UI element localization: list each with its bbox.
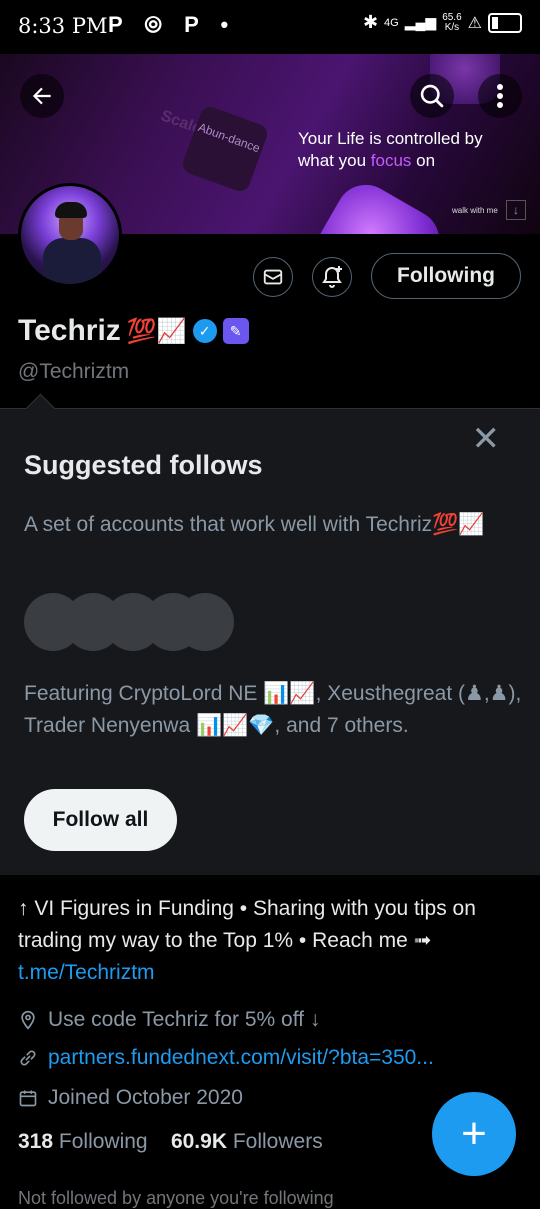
banner-tagline: Your Life is controlled by what you focu… [298, 128, 528, 172]
followers-label: Followers [232, 1130, 323, 1153]
search-icon [420, 84, 444, 108]
joined-text: Joined October 2020 [48, 1086, 243, 1109]
profile-handle: @Techriztm [18, 360, 130, 383]
suggested-title: Suggested follows [24, 450, 263, 480]
avatar-hair [55, 202, 87, 218]
tagline-line2: what you [298, 151, 367, 170]
tagline-focus: focus [370, 151, 412, 170]
banner-shape [299, 173, 451, 234]
link-icon [20, 1050, 36, 1066]
profile-bio: ↑ VI Figures in Funding • Sharing with y… [18, 893, 528, 989]
bio-link[interactable]: t.me/Techriztm [18, 961, 155, 984]
website-row: partners.fundednext.com/visit/?bta=350..… [18, 1046, 434, 1070]
website-link[interactable]: partners.fundednext.com/visit/?bta=350..… [48, 1046, 434, 1070]
promo-row: Use code Techriz for 5% off ↓ [18, 1008, 320, 1032]
suggested-avatar [176, 593, 234, 651]
followed-by-text: Not followed by anyone you're following [18, 1188, 334, 1208]
following-button[interactable]: Following [371, 253, 521, 299]
affiliate-badge-icon: ✎ [222, 318, 249, 344]
tagline-line1: Your Life is controlled by [298, 129, 483, 148]
network-speed: 65.6 K/s [442, 11, 462, 33]
mail-icon [263, 269, 283, 285]
follow-all-button[interactable]: Follow all [24, 789, 177, 851]
calendar-icon [19, 1090, 37, 1107]
more-options-button[interactable] [478, 74, 522, 118]
following-label: Following [58, 1130, 148, 1153]
followers-count-link[interactable]: 60.9K Followers [171, 1130, 323, 1153]
status-app-icons: P ⦾ P • [108, 12, 237, 37]
status-time: 8:33 PM [18, 14, 108, 38]
profile-name: Techriz 💯📈 ✓ ✎ [18, 314, 249, 348]
message-button[interactable] [253, 257, 293, 297]
joined-row: Joined October 2020 [18, 1086, 243, 1110]
avatar-figure [43, 238, 101, 284]
bell-plus-icon [322, 266, 342, 288]
compose-button[interactable]: + [432, 1092, 516, 1176]
avatar[interactable] [18, 183, 122, 287]
search-button[interactable] [410, 74, 454, 118]
network-label: 4G [384, 16, 399, 29]
location-icon [21, 1010, 35, 1030]
status-bar: 8:33 PM P ⦾ P • ✱ 4G ▂▄▆ 65.6 K/s ⚠ [0, 0, 540, 54]
plus-icon: + [461, 1109, 487, 1158]
suggested-description: A set of accounts that work well with Te… [24, 513, 485, 536]
back-arrow-icon [32, 87, 51, 105]
following-count: 318 [18, 1130, 54, 1153]
following-count-link[interactable]: 318 Following [18, 1130, 148, 1153]
verified-badge-icon: ✓ [192, 319, 217, 343]
follow-counts: 318 Following 60.9K Followers [18, 1130, 323, 1154]
promo-text: Use code Techriz for 5% off ↓ [48, 1008, 321, 1031]
alert-icon: ⚠ [467, 14, 482, 32]
notifications-button[interactable] [312, 257, 352, 297]
more-vertical-icon [497, 84, 503, 108]
profile-name-text: Techriz [18, 314, 121, 347]
banner-down-arrow-icon: ↓ [506, 200, 526, 220]
back-button[interactable] [20, 74, 64, 118]
banner-walk-text: walk with me [452, 206, 498, 215]
suggested-featuring: Featuring CryptoLord NE 📊📈, Xeusthegreat… [24, 682, 522, 737]
close-suggested-button[interactable]: ✕ [472, 422, 501, 456]
profile-name-emoji: 💯📈 [126, 317, 187, 345]
close-icon: ✕ [471, 420, 501, 458]
tagline-line3: on [416, 151, 436, 170]
followers-count: 60.9K [170, 1130, 227, 1153]
bluetooth-icon: ✱ [362, 12, 379, 32]
suggested-avatars [24, 593, 244, 653]
signal-icon: ▂▄▆ [404, 14, 437, 30]
battery-icon [488, 12, 522, 33]
bio-text: ↑ VI Figures in Funding • Sharing with y… [18, 897, 476, 952]
status-right-icons: ✱ 4G ▂▄▆ 65.6 K/s ⚠ [363, 12, 522, 33]
